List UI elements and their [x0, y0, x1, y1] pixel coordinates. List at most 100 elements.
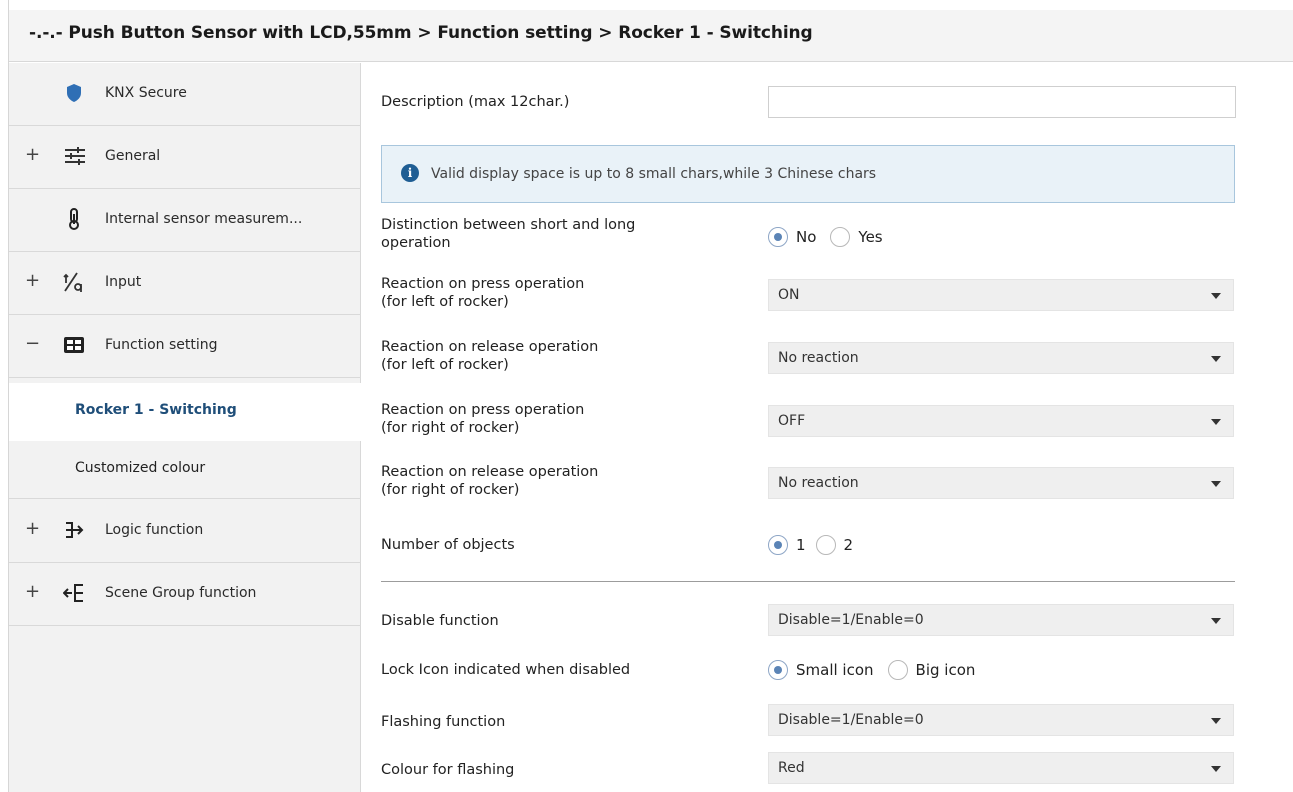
sidebar-subitem-rocker-1[interactable]: Rocker 1 - Switching: [9, 383, 361, 441]
expand-icon[interactable]: +: [25, 581, 40, 602]
sidebar-subitem-customized-colour[interactable]: Customized colour: [9, 441, 361, 499]
sidebar-item-function-setting[interactable]: − Function setting: [9, 315, 361, 378]
info-icon: i: [401, 164, 419, 182]
lock-icon-label: Lock Icon indicated when disabled: [381, 662, 631, 678]
press-left-label: Reaction on press operation (for left of…: [381, 275, 584, 311]
chevron-down-icon: [1211, 718, 1221, 724]
release-left-select[interactable]: No reaction: [768, 342, 1234, 374]
distinction-row: Distinction between short and long opera…: [381, 213, 1241, 263]
sidebar-item-label: KNX Secure: [105, 85, 187, 101]
sidebar-item-general[interactable]: + General: [9, 126, 361, 189]
sidebar-subitem-label: Rocker 1 - Switching: [75, 402, 237, 418]
select-value: No reaction: [778, 475, 859, 491]
disable-function-label: Disable function: [381, 613, 499, 629]
sidebar-item-label: Scene Group function: [105, 585, 257, 601]
description-row: Description (max 12char.): [381, 84, 1241, 120]
big-icon-radio[interactable]: Big icon: [887, 660, 976, 680]
release-left-label-line2: (for left of rocker): [381, 357, 509, 373]
disable-function-select[interactable]: Disable=1/Enable=0: [768, 604, 1234, 636]
section-divider: [381, 581, 1235, 582]
select-value: Red: [778, 760, 805, 776]
press-left-select[interactable]: ON: [768, 279, 1234, 311]
radio-label: 2: [843, 536, 854, 554]
logic-icon: [63, 519, 85, 541]
press-right-label-line2: (for right of rocker): [381, 420, 520, 436]
sidebar-item-logic-function[interactable]: + Logic function: [9, 500, 361, 563]
expand-icon[interactable]: +: [25, 518, 40, 539]
release-left-row: Reaction on release operation (for left …: [381, 337, 1241, 387]
sidebar-item-label: Input: [105, 274, 142, 290]
radio-label: No: [796, 228, 817, 246]
sidebar-item-input[interactable]: + Input: [9, 252, 361, 315]
press-right-label-line1: Reaction on press operation: [381, 402, 585, 418]
chevron-down-icon: [1211, 766, 1221, 772]
info-box: i Valid display space is up to 8 small c…: [381, 145, 1235, 203]
info-text: Valid display space is up to 8 small cha…: [431, 166, 877, 182]
distinction-yes-radio[interactable]: Yes: [830, 227, 883, 247]
disable-function-row: Disable function Disable=1/Enable=0: [381, 601, 1241, 641]
release-left-label: Reaction on release operation (for left …: [381, 338, 598, 374]
release-right-row: Reaction on release operation (for right…: [381, 462, 1241, 512]
thermometer-icon: [63, 208, 85, 230]
description-input[interactable]: [768, 86, 1236, 118]
flashing-function-row: Flashing function Disable=1/Enable=0: [381, 701, 1241, 741]
grid-icon: [63, 334, 85, 356]
distinction-no-radio[interactable]: No: [768, 227, 816, 247]
flashing-function-select[interactable]: Disable=1/Enable=0: [768, 704, 1234, 736]
distinction-label: Distinction between short and long opera…: [381, 216, 635, 252]
colour-flashing-row: Colour for flashing Red: [381, 749, 1241, 789]
num-objects-2-radio[interactable]: 2: [815, 535, 854, 555]
expand-icon[interactable]: +: [25, 144, 40, 165]
num-objects-1-radio[interactable]: 1: [768, 535, 806, 555]
chevron-down-icon: [1211, 618, 1221, 624]
radio-label: Yes: [858, 228, 883, 246]
radio-label: Small icon: [796, 661, 874, 679]
release-right-label: Reaction on release operation (for right…: [381, 463, 598, 499]
press-left-row: Reaction on press operation (for left of…: [381, 274, 1241, 324]
release-left-label-line1: Reaction on release operation: [381, 339, 599, 355]
colour-flashing-label: Colour for flashing: [381, 762, 515, 778]
select-value: OFF: [778, 413, 806, 429]
collapse-icon[interactable]: −: [25, 333, 40, 354]
release-right-label-line2: (for right of rocker): [381, 482, 520, 498]
distinction-label-line1: Distinction between short and long: [381, 217, 636, 233]
sidebar-item-knx-secure[interactable]: KNX Secure: [9, 63, 361, 126]
press-right-label: Reaction on press operation (for right o…: [381, 401, 584, 437]
sidebar-item-label: Logic function: [105, 522, 204, 538]
select-value: ON: [778, 287, 800, 303]
chevron-down-icon: [1211, 356, 1221, 362]
sidebar-item-internal-sensor[interactable]: Internal sensor measurem...: [9, 189, 361, 252]
breadcrumb: -.-.- Push Button Sensor with LCD,55mm >…: [29, 23, 813, 43]
press-right-select[interactable]: OFF: [768, 405, 1234, 437]
chevron-down-icon: [1211, 481, 1221, 487]
small-icon-radio[interactable]: Small icon: [768, 660, 874, 680]
radio-label: Big icon: [915, 661, 976, 679]
radio-dot: [887, 660, 908, 680]
select-value: Disable=1/Enable=0: [778, 712, 924, 728]
press-left-label-line2: (for left of rocker): [381, 294, 509, 310]
colour-flashing-select[interactable]: Red: [768, 752, 1234, 784]
window-left-edge: [0, 0, 9, 792]
radio-dot: [768, 535, 788, 555]
radio-dot: [768, 227, 788, 247]
radio-dot: [830, 227, 851, 247]
select-value: Disable=1/Enable=0: [778, 612, 924, 628]
release-right-select[interactable]: No reaction: [768, 467, 1234, 499]
sidebar-item-scene-group[interactable]: + Scene Group function: [9, 563, 361, 626]
radio-dot: [815, 535, 836, 555]
select-value: No reaction: [778, 350, 859, 366]
description-label: Description (max 12char.): [381, 94, 570, 110]
distinction-label-line2: operation: [381, 235, 451, 251]
radio-dot: [768, 660, 788, 680]
expand-icon[interactable]: +: [25, 270, 40, 291]
sidebar-subitem-label: Customized colour: [75, 460, 206, 476]
sidebar: KNX Secure + General Internal sensor mea…: [9, 63, 361, 792]
parameter-panel: Description (max 12char.) i Valid displa…: [362, 63, 1293, 792]
num-objects-radio-group: 1 2: [768, 530, 867, 560]
press-left-label-line1: Reaction on press operation: [381, 276, 585, 292]
radio-label: 1: [796, 536, 806, 554]
sidebar-item-label: Function setting: [105, 337, 218, 353]
sliders-icon: [63, 145, 85, 167]
sidebar-item-label: General: [105, 148, 161, 164]
lock-icon-radio-group: Small icon Big icon: [768, 655, 989, 685]
